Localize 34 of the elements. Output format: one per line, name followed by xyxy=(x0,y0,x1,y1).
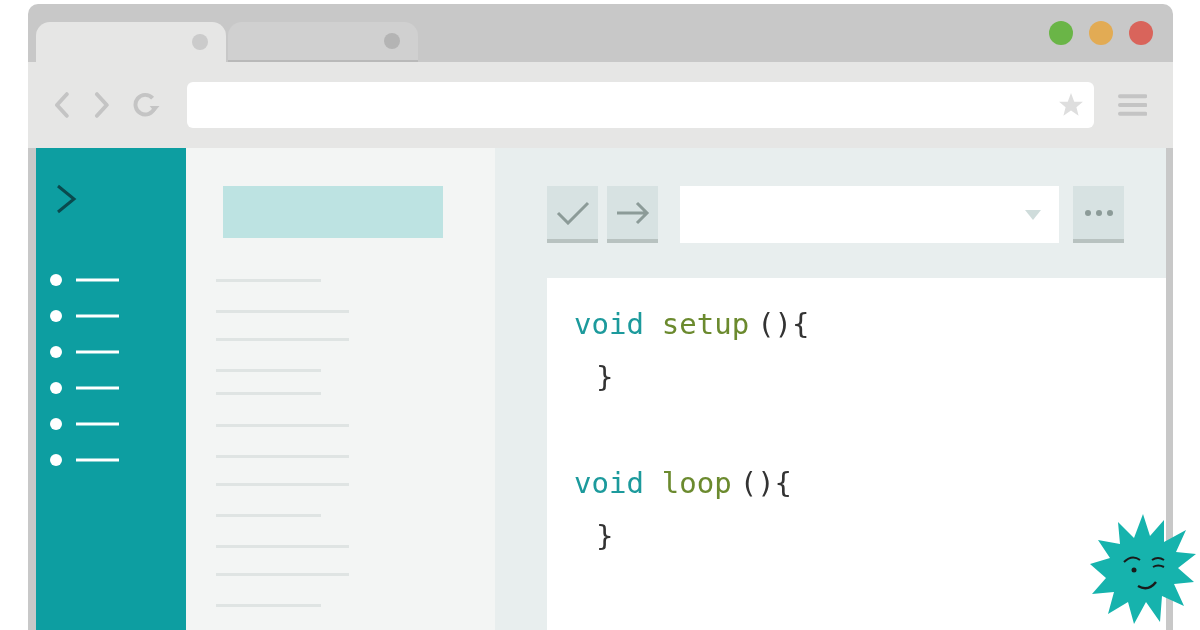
code-token: void xyxy=(574,465,644,502)
tab-close-icon[interactable] xyxy=(384,33,400,49)
star-icon[interactable] xyxy=(1057,92,1084,118)
list-item-icon[interactable] xyxy=(50,382,120,394)
list-item-icon[interactable] xyxy=(50,310,120,322)
code-token: void xyxy=(574,306,644,343)
code-token: } xyxy=(596,519,614,553)
upload-button[interactable] xyxy=(607,186,658,243)
more-icon xyxy=(1083,208,1114,217)
code-token: loop xyxy=(661,465,732,502)
reload-icon[interactable] xyxy=(133,92,161,118)
list-item-icon[interactable] xyxy=(50,274,120,286)
browser-tab[interactable] xyxy=(228,22,418,62)
more-button[interactable] xyxy=(1073,186,1124,243)
address-bar[interactable] xyxy=(186,82,1094,128)
dropdown-caret-icon xyxy=(1025,209,1041,220)
arrow-right-icon xyxy=(615,200,650,225)
code-token: setup xyxy=(661,306,750,343)
list-item-icon[interactable] xyxy=(50,454,120,466)
browser-tab[interactable] xyxy=(36,22,226,62)
code-editor[interactable]: void setup (){ } void loop (){ } xyxy=(547,278,1166,630)
menu-icon[interactable] xyxy=(1117,93,1147,117)
check-icon xyxy=(555,200,590,225)
code-token: (){ xyxy=(739,465,793,502)
code-token: (){ xyxy=(757,306,810,343)
board-select[interactable] xyxy=(680,186,1059,243)
back-icon[interactable] xyxy=(54,92,70,118)
verify-button[interactable] xyxy=(547,186,598,243)
list-item-icon[interactable] xyxy=(50,346,120,358)
tab-close-icon[interactable] xyxy=(192,34,208,50)
chevron-right-icon[interactable] xyxy=(54,184,78,214)
list-item-icon[interactable] xyxy=(50,418,120,430)
code-token: } xyxy=(596,360,614,394)
forward-icon[interactable] xyxy=(93,92,110,118)
